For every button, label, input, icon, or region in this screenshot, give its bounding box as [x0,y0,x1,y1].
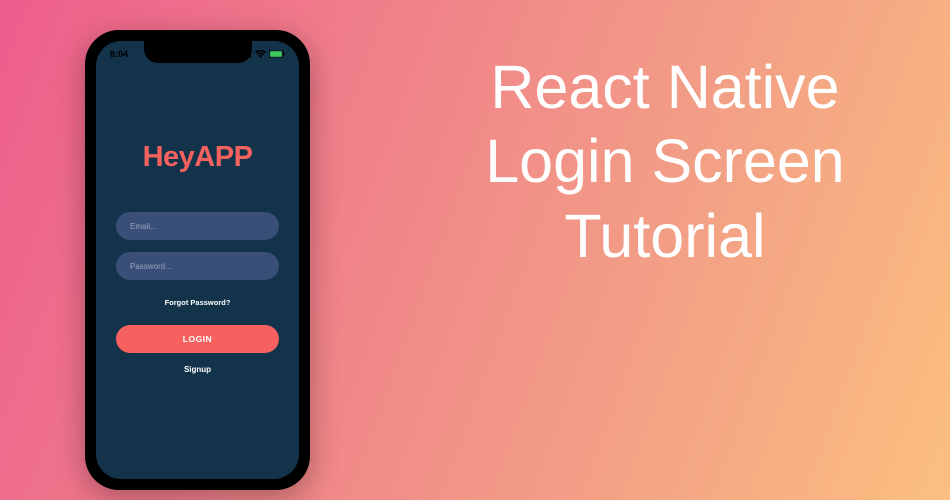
email-field[interactable] [116,212,279,240]
forgot-password-link[interactable]: Forgot Password? [165,298,231,307]
page-title: React Native Login Screen Tutorial [420,50,910,273]
phone-notch [144,41,252,63]
phone-screen: 8:04 HeyAPP Forgot Password? LOGIN Signu… [96,41,299,479]
signup-link[interactable]: Signup [184,365,211,374]
app-logo: HeyAPP [143,141,253,174]
phone-mockup: 8:04 HeyAPP Forgot Password? LOGIN Signu… [85,30,310,490]
password-field[interactable] [116,252,279,280]
login-screen: HeyAPP Forgot Password? LOGIN Signup [96,41,299,479]
login-button[interactable]: LOGIN [116,325,279,353]
